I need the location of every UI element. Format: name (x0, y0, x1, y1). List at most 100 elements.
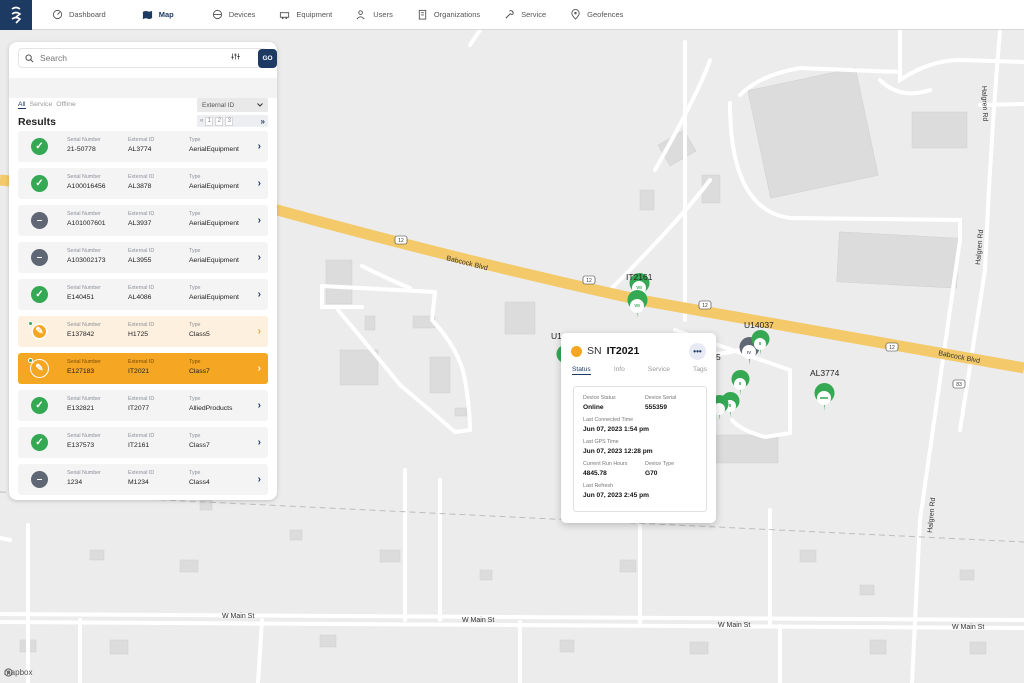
result-row[interactable]: ✓ Serial Number E132821 External ID IT2077 Ty… (18, 390, 268, 421)
result-row[interactable]: ✓ Serial Number 21-50778 External ID AL3774 T… (18, 131, 268, 162)
nav-equipment[interactable]: Equipment (267, 0, 344, 29)
chevron-right-icon[interactable]: › (258, 252, 261, 263)
equipment-type-value: AerialEquipment (189, 257, 239, 264)
pagination: « 1 2 3 » (197, 115, 268, 127)
page-3[interactable]: 3 (225, 116, 234, 126)
equipment-type-label: Type (189, 396, 201, 402)
external-id-value: AL3878 (128, 183, 152, 190)
serial-number-value: E137573 (67, 442, 95, 449)
serial-number-cell: Serial Number E140451 (67, 285, 101, 301)
tab-service[interactable]: Service (30, 101, 53, 109)
status-card: Device Status Online Device Serial 55535… (573, 386, 707, 512)
nav-organizations[interactable]: Organizations (405, 0, 492, 29)
tab-offline[interactable]: Offline (56, 101, 76, 109)
page-2[interactable]: 2 (215, 116, 224, 126)
nav-geofences[interactable]: Geofences (558, 0, 635, 29)
nav-dashboard[interactable]: Dashboard (40, 0, 118, 29)
external-id-label: External ID (128, 174, 155, 180)
chevron-right-icon[interactable]: › (258, 474, 261, 485)
app-logo[interactable] (0, 0, 32, 30)
popup-tab-service[interactable]: Service (648, 366, 670, 375)
external-id-value: AL3955 (128, 257, 152, 264)
result-row[interactable]: – Serial Number 1234 External ID M1234 Type Cl… (18, 464, 268, 495)
chevron-right-icon[interactable]: › (258, 289, 261, 300)
chevron-right-icon[interactable]: › (258, 437, 261, 448)
sort-select[interactable]: External ID (197, 98, 268, 112)
nav-map[interactable]: Map (130, 0, 186, 29)
serial-number-value: A100016456 (67, 183, 106, 190)
route-shield-label: 83 (956, 382, 962, 388)
field-device-status: Device Status Online (583, 395, 616, 411)
serial-number-value: E137842 (67, 331, 95, 338)
route-shield-label: 12 (398, 238, 404, 244)
first-page-icon[interactable]: « (200, 118, 203, 124)
equipment-type-label: Type (189, 174, 201, 180)
equipment-type-label: Type (189, 285, 201, 291)
result-row[interactable]: – Serial Number A103002173 External ID AL395… (18, 242, 268, 273)
street-label: W Main St (952, 624, 984, 631)
equipment-type-cell: Type Class7 (189, 433, 210, 449)
chevron-right-icon[interactable]: › (258, 178, 261, 189)
street-label: Halgren Rd (980, 86, 988, 122)
check-icon: ✓ (31, 138, 48, 155)
equipment-type-label: Type (189, 359, 201, 365)
popup-tab-info[interactable]: Info (614, 366, 625, 375)
search-go-button[interactable]: GO (258, 49, 277, 68)
nav-devices[interactable]: Devices (200, 0, 268, 29)
equipment-type-label: Type (189, 433, 201, 439)
chevron-right-icon[interactable]: › (258, 363, 261, 374)
nav-users[interactable]: Users (344, 0, 405, 29)
external-id-value: AL3937 (128, 220, 152, 227)
results-panel: GO All Service Offline External ID Resul… (9, 42, 277, 500)
equipment-type-cell: Type Class7 (189, 359, 210, 375)
results-list: ✓ Serial Number 21-50778 External ID AL3774 T… (18, 131, 268, 500)
filter-icon[interactable] (231, 52, 240, 61)
equipment-type-value: Class4 (189, 479, 210, 486)
external-id-value: IT2077 (128, 405, 150, 412)
search-bar[interactable] (18, 48, 267, 68)
equipment-icon (280, 12, 290, 20)
svg-text:VII: VII (636, 285, 642, 290)
result-row[interactable]: ✎ Serial Number E127183 External ID IT2021 Ty… (18, 353, 268, 384)
page-1[interactable]: 1 (205, 116, 214, 126)
serial-number-value: 1234 (67, 479, 83, 486)
nav-dashboard-label: Dashboard (69, 10, 106, 19)
external-id-cell: External ID AL3774 (128, 137, 154, 153)
external-id-cell: External ID AL3878 (128, 174, 154, 190)
popup-tab-tags[interactable]: Tags (693, 366, 707, 375)
top-navigation: Dashboard Map Devices Equipment Users Or… (0, 0, 1024, 30)
field-device-serial: Device Serial 555359 (645, 395, 677, 411)
more-options-button[interactable]: ••• (689, 343, 706, 360)
nav-map-label: Map (158, 10, 174, 19)
next-page-icon[interactable]: » (261, 117, 268, 126)
geofences-icon (571, 9, 580, 20)
external-id-cell: External ID AL3937 (128, 211, 154, 227)
nav-service[interactable]: Service (492, 0, 558, 29)
online-dot-icon (28, 358, 33, 363)
external-id-value: IT2161 (128, 442, 150, 449)
external-id-cell: External ID IT2161 (128, 433, 154, 449)
result-row[interactable]: ✓ Serial Number A100016456 External ID AL387… (18, 168, 268, 199)
result-row[interactable]: ✓ Serial Number E140451 External ID AL4086 Ty… (18, 279, 268, 310)
mapbox-attribution[interactable]: mapbox (4, 668, 32, 677)
devices-icon (212, 9, 222, 20)
chevron-right-icon[interactable]: › (258, 400, 261, 411)
external-id-label: External ID (128, 359, 155, 365)
chevron-right-icon[interactable]: › (258, 326, 261, 337)
maintenance-wrench-icon: ✎ (31, 360, 48, 377)
chevron-right-icon[interactable]: › (258, 141, 261, 152)
result-row[interactable]: ✓ Serial Number E137573 External ID IT2161 Ty… (18, 427, 268, 458)
popup-tab-status[interactable]: Status (572, 366, 591, 375)
search-input[interactable] (40, 53, 220, 63)
device-popup: SN IT2021 ••• Status Info Service Tags D… (561, 333, 716, 523)
external-id-label: External ID (128, 248, 155, 254)
check-icon: ✓ (31, 175, 48, 192)
chevron-right-icon[interactable]: › (258, 215, 261, 226)
external-id-value: H1725 (128, 331, 149, 338)
result-row[interactable]: – Serial Number A101007601 External ID AL393… (18, 205, 268, 236)
logo-icon (11, 6, 22, 24)
equipment-type-label: Type (189, 211, 201, 217)
result-row[interactable]: ✎ Serial Number E137842 External ID H1725 Typ… (18, 316, 268, 347)
tab-all[interactable]: All (18, 101, 26, 109)
serial-number-label: Serial Number (67, 396, 101, 402)
